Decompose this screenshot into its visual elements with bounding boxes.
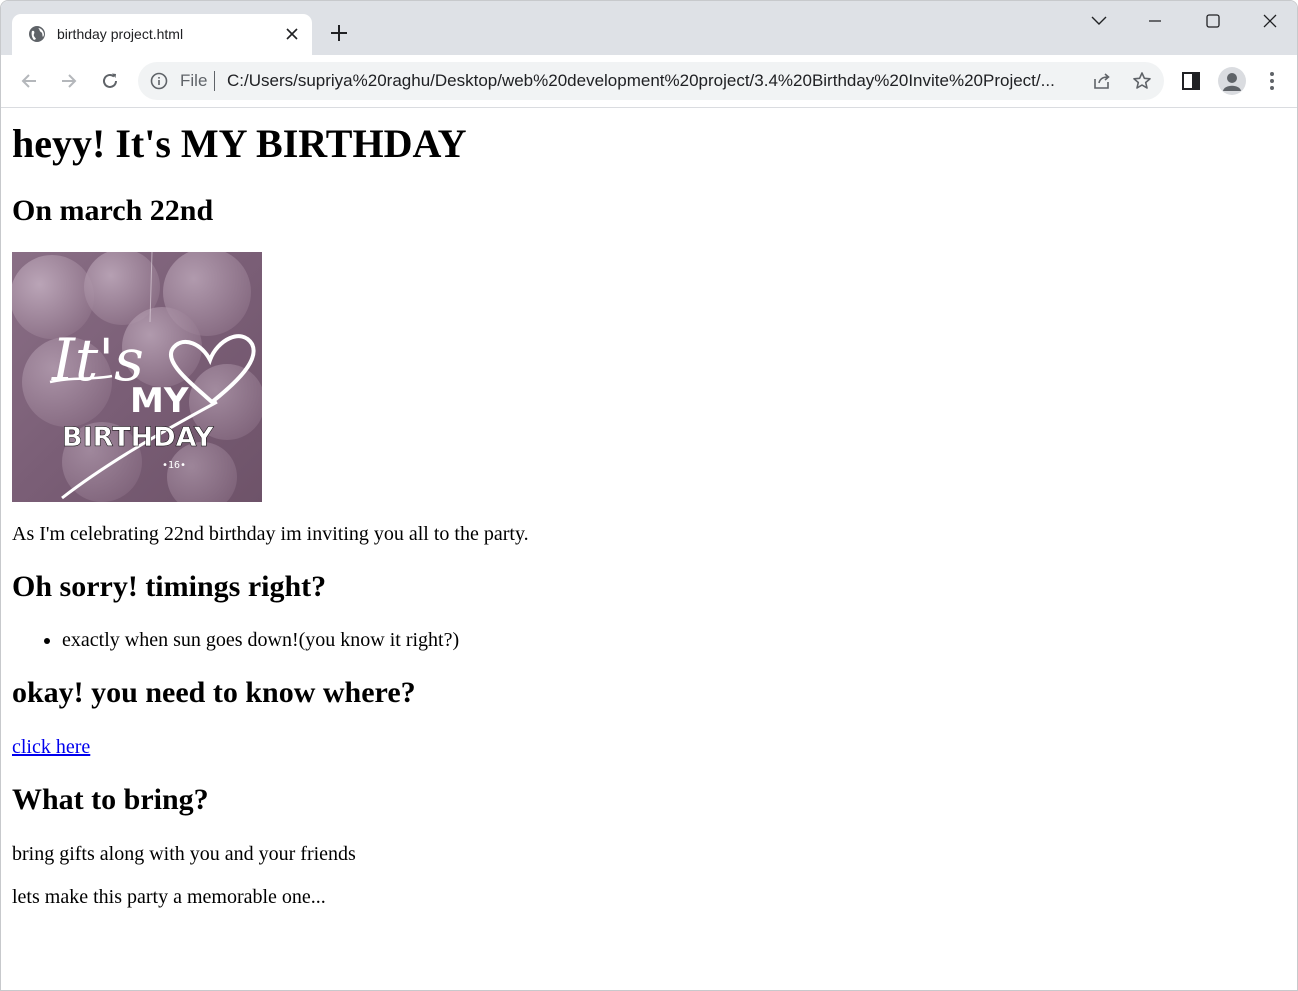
info-icon[interactable] xyxy=(150,72,168,90)
divider xyxy=(214,71,215,91)
page-title: heyy! It's MY BIRTHDAY xyxy=(12,121,467,166)
share-icon[interactable] xyxy=(1092,71,1112,91)
closing-text: lets make this party a memorable one... xyxy=(12,886,326,908)
url-text[interactable]: C:/Users/supriya%20raghu/Desktop/web%20d… xyxy=(227,71,1077,91)
kebab-menu-icon[interactable] xyxy=(1260,69,1284,93)
birthday-image: It's MY BIRTHDAY •16• xyxy=(10,248,265,512)
timing-list: exactly when sun goes down!(you know it … xyxy=(12,628,459,652)
number-text: •16• xyxy=(162,460,186,471)
location-paragraph: click here xyxy=(12,735,90,759)
my-text: MY xyxy=(130,381,189,421)
page-content: heyy! It's MY BIRTHDAY On march 22nd It'… xyxy=(1,109,1297,990)
minimize-icon[interactable] xyxy=(1143,9,1167,33)
location-link[interactable]: click here xyxy=(12,736,90,758)
browser-toolbar: File C:/Users/supriya%20raghu/Desktop/we… xyxy=(1,55,1297,108)
browser-tab[interactable]: birthday project.html xyxy=(12,14,312,55)
intro-text: As I'm celebrating 22nd birthday im invi… xyxy=(12,523,529,545)
arrow-left-icon[interactable] xyxy=(17,69,41,93)
url-scheme-label: File xyxy=(180,71,208,90)
date-heading: On march 22nd xyxy=(12,194,214,227)
bring-heading: What to bring? xyxy=(12,783,209,816)
bring-text: bring gifts along with you and your frie… xyxy=(12,843,356,865)
address-bar[interactable]: File C:/Users/supriya%20raghu/Desktop/we… xyxy=(138,62,1164,100)
maximize-icon[interactable] xyxy=(1201,9,1225,33)
location-heading: okay! you need to know where? xyxy=(12,676,416,709)
avatar-icon[interactable] xyxy=(1218,67,1246,95)
close-icon[interactable] xyxy=(1258,9,1282,33)
birthday-text: BIRTHDAY xyxy=(62,422,214,453)
close-icon[interactable] xyxy=(283,25,301,43)
list-item: exactly when sun goes down!(you know it … xyxy=(62,628,459,652)
plus-icon[interactable] xyxy=(327,21,351,45)
timing-heading: Oh sorry! timings right? xyxy=(12,570,327,603)
star-icon[interactable] xyxy=(1132,71,1152,91)
tab-strip: birthday project.html xyxy=(1,1,1297,55)
reload-icon[interactable] xyxy=(98,69,122,93)
tab-title: birthday project.html xyxy=(57,26,184,42)
globe-icon xyxy=(28,25,46,43)
arrow-right-icon[interactable] xyxy=(57,69,81,93)
browser-window: birthday project.html File C:/Users/supr… xyxy=(0,0,1298,991)
chevron-down-icon[interactable] xyxy=(1087,9,1111,33)
side-panel-icon[interactable] xyxy=(1179,69,1203,93)
